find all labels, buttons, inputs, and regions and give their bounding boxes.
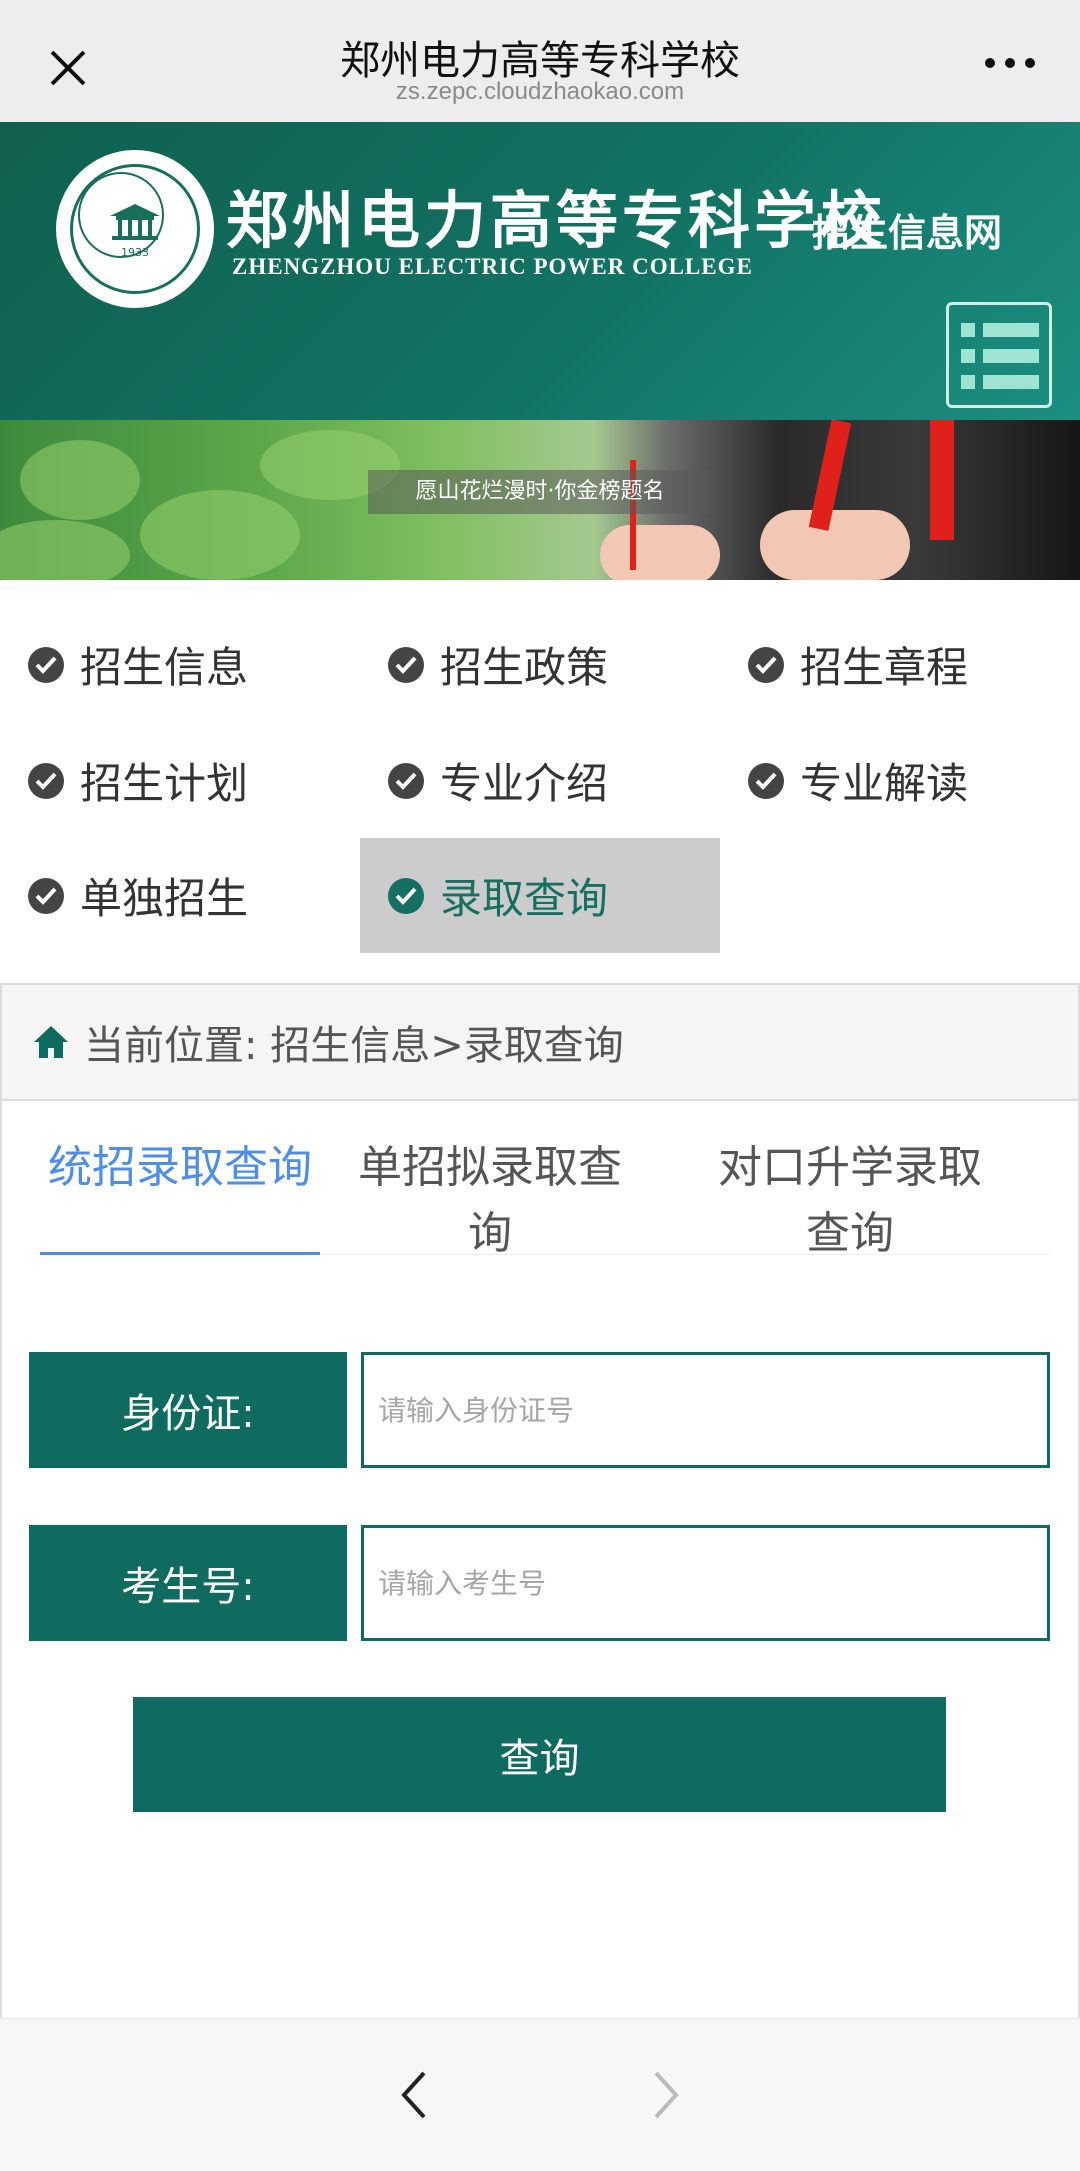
exam-number-label: 考生号: — [29, 1525, 347, 1641]
check-circle-icon — [388, 762, 424, 799]
category-label: 招生计划 — [80, 759, 249, 808]
exam-number-row: 考生号: — [29, 1525, 1050, 1641]
chevron-left-icon[interactable] — [392, 2063, 436, 2127]
check-circle-icon — [28, 877, 64, 914]
category-item[interactable]: 招生计划 — [0, 723, 360, 838]
banner-foliage — [20, 440, 140, 520]
category-label: 招生信息 — [80, 643, 249, 692]
banner-foliage — [0, 520, 130, 580]
menu-bullet — [961, 323, 975, 337]
tab-vocational-admission[interactable]: 对口升学录取查询 — [700, 1135, 1000, 1259]
content-panel: 当前位置: 招生信息>录取查询 统招录取查询 单招拟录取查询 对口升学录取查询 — [0, 983, 1080, 2018]
school-logo[interactable]: 1933 — [56, 150, 214, 308]
category-item-active[interactable]: 录取查询 — [360, 838, 720, 953]
tab-single-admission[interactable]: 单招拟录取查询 — [340, 1135, 640, 1259]
category-label: 单独招生 — [80, 874, 249, 923]
browser-top-bar: 郑州电力高等专科学校 zs.zepc.cloudzhaokao.com — [0, 0, 1080, 122]
building-icon — [110, 204, 160, 240]
category-item[interactable]: 招生政策 — [360, 607, 720, 722]
query-button[interactable]: 查询 — [133, 1697, 946, 1812]
id-card-input[interactable] — [361, 1352, 1050, 1468]
category-label: 录取查询 — [440, 874, 609, 923]
list-menu-icon[interactable] — [946, 302, 1052, 408]
school-name-cn: 郑州电力高等专科学校 — [226, 184, 887, 257]
menu-bullet — [961, 349, 975, 363]
more-icon[interactable] — [980, 48, 1040, 78]
category-item[interactable]: 招生章程 — [720, 607, 1080, 722]
check-circle-icon — [388, 877, 424, 914]
category-label: 专业解读 — [800, 759, 969, 808]
tab-unified-admission[interactable]: 统招录取查询 — [40, 1135, 320, 1255]
chevron-right-icon[interactable] — [644, 2063, 688, 2127]
category-item[interactable]: 专业介绍 — [360, 723, 720, 838]
hero-banner: 愿山花烂漫时·你金榜题名 — [0, 420, 1080, 580]
id-card-row: 身份证: — [29, 1352, 1050, 1468]
id-card-label: 身份证: — [29, 1352, 347, 1468]
category-label: 专业介绍 — [440, 759, 609, 808]
check-circle-icon — [28, 646, 64, 683]
check-circle-icon — [748, 646, 784, 683]
breadcrumb-text: 当前位置: 招生信息>录取查询 — [84, 1023, 624, 1069]
banner-slogan: 愿山花烂漫时·你金榜题名 — [368, 470, 712, 514]
category-item[interactable]: 招生信息 — [0, 607, 360, 722]
home-icon[interactable] — [32, 1023, 70, 1061]
banner-hand — [600, 525, 720, 580]
category-nav: 招生信息 招生政策 招生章程 招生计划 专业介绍 专业解读 单独招生 录取查询 — [0, 600, 1080, 954]
school-name-en: ZHENGZHOU ELECTRIC POWER COLLEGE — [232, 254, 753, 279]
category-label: 招生章程 — [800, 643, 969, 692]
site-header: 1933 郑州电力高等专科学校 ZHENGZHOU ELECTRIC POWER… — [0, 122, 1080, 420]
menu-line — [983, 349, 1039, 363]
menu-bullet — [961, 375, 975, 389]
category-item[interactable]: 专业解读 — [720, 723, 1080, 838]
menu-line — [983, 323, 1039, 337]
site-name: 招生信息网 — [812, 211, 1003, 255]
category-item[interactable]: 单独招生 — [0, 838, 360, 953]
exam-number-input[interactable] — [361, 1525, 1050, 1641]
query-tabs: 统招录取查询 单招拟录取查询 对口升学录取查询 — [40, 1135, 1050, 1259]
check-circle-icon — [748, 762, 784, 799]
category-label: 招生政策 — [440, 643, 609, 692]
browser-bottom-bar — [0, 2018, 1080, 2171]
banner-hand — [760, 510, 910, 580]
check-circle-icon — [388, 646, 424, 683]
banner-ribbon — [930, 420, 954, 540]
breadcrumb: 当前位置: 招生信息>录取查询 — [2, 985, 1078, 1101]
logo-year: 1933 — [121, 246, 149, 259]
menu-line — [983, 375, 1039, 389]
check-circle-icon — [28, 762, 64, 799]
banner-foliage — [140, 490, 300, 580]
page-url: zs.zepc.cloudzhaokao.com — [395, 78, 685, 105]
